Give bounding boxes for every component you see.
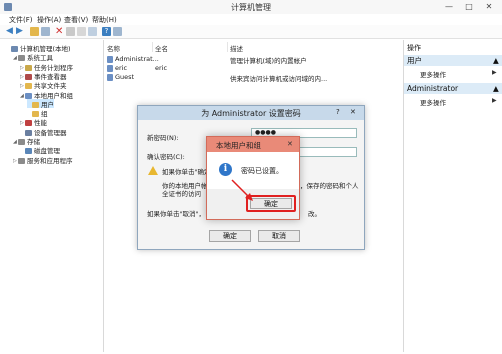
annotation-arrow xyxy=(231,179,253,201)
